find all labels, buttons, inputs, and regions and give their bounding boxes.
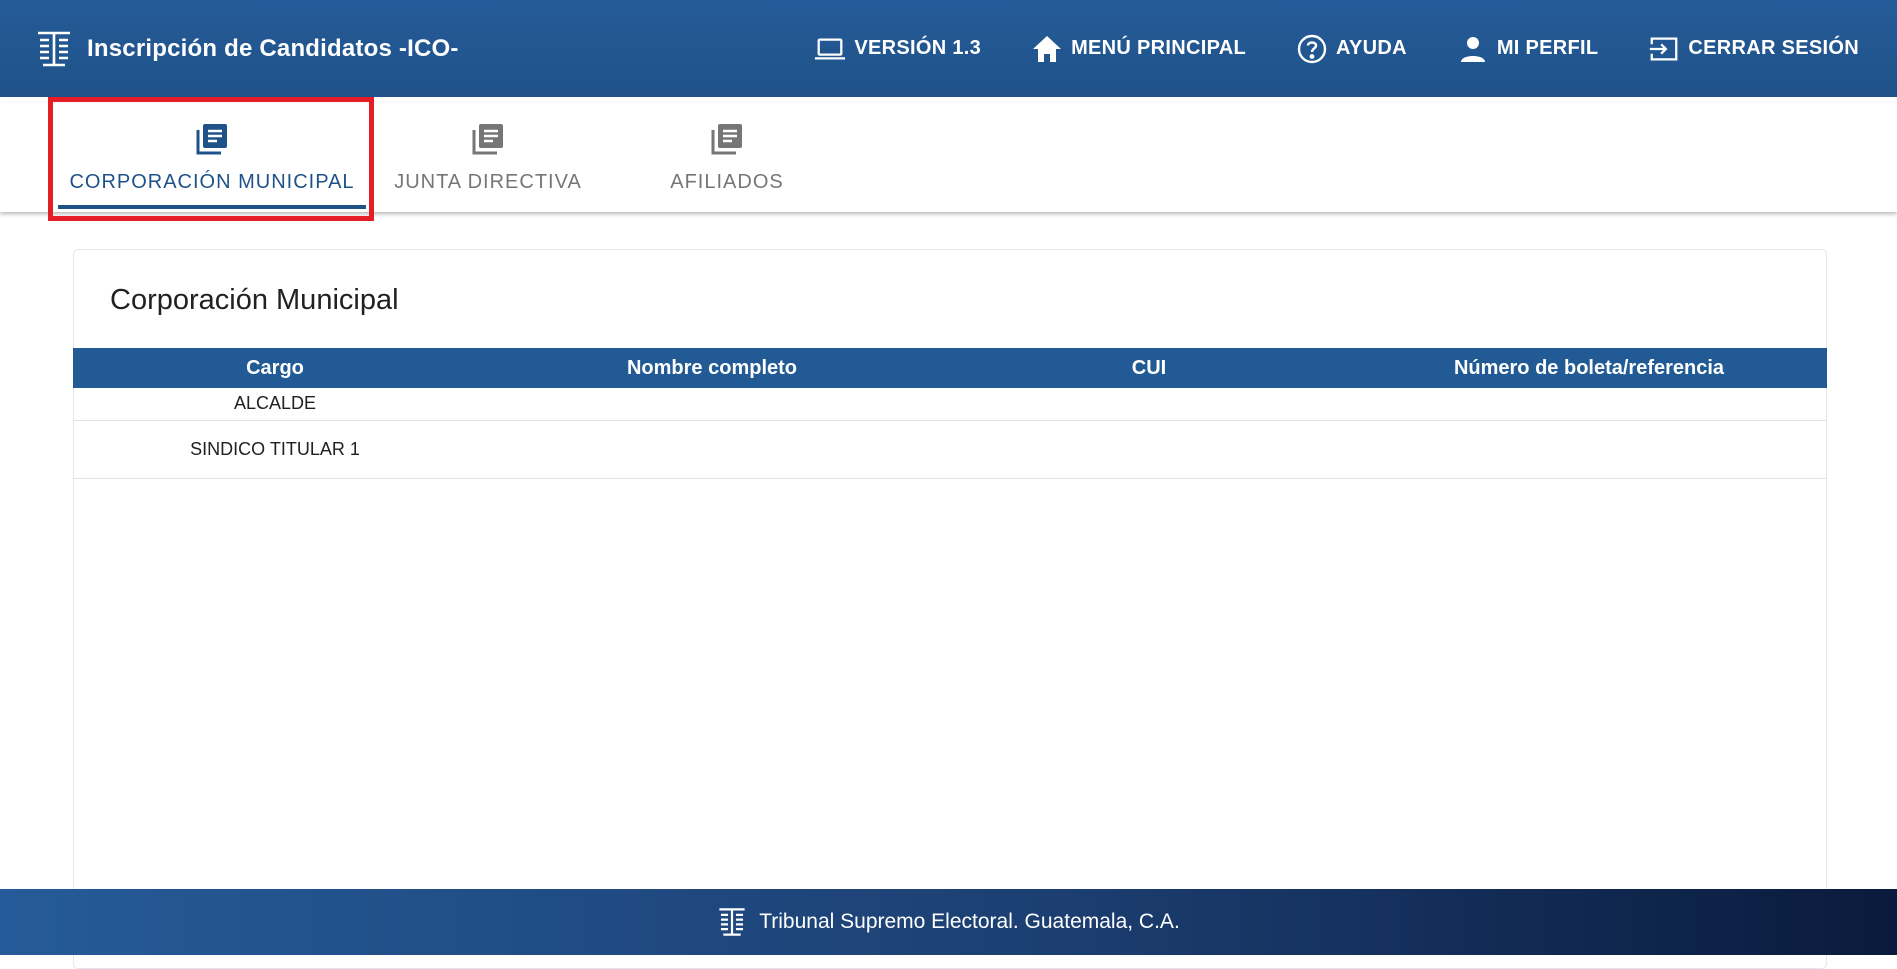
cell-cargo: ALCALDE [73, 388, 477, 421]
library-books-icon [194, 121, 230, 157]
nav-main-menu-label: MENÚ PRINCIPAL [1071, 37, 1247, 59]
candidates-table: Cargo Nombre completo CUI Número de bole… [73, 348, 1827, 479]
footer-text: Tribunal Supremo Electoral. Guatemala, C… [759, 910, 1180, 933]
column-header-cargo: Cargo [246, 356, 304, 379]
nav-main-menu[interactable]: MENÚ PRINCIPAL [1031, 33, 1246, 65]
content-card: Corporación Municipal Cargo Nombre compl… [73, 249, 1827, 969]
help-circle-icon [1296, 33, 1328, 65]
library-books-icon [470, 121, 506, 157]
tse-logo-icon [717, 906, 747, 938]
library-books-icon [709, 121, 745, 157]
nav-version[interactable]: VERSIÓN 1.3 [814, 33, 981, 65]
nav-profile-label: MI PERFIL [1496, 37, 1599, 59]
tab-junta-directiva[interactable]: JUNTA DIRECTIVA [378, 103, 598, 212]
app-title: Inscripción de Candidatos -ICO- [87, 34, 459, 62]
cell-nombre [477, 420, 947, 479]
cell-cui [947, 388, 1351, 421]
top-nav: VERSIÓN 1.3 MENÚ PRINCIPAL AYUDA MI PERF… [814, 0, 1859, 97]
column-header-nombre: Nombre completo [626, 356, 798, 379]
nav-logout-label: CERRAR SESIÓN [1688, 37, 1859, 59]
nav-help[interactable]: AYUDA [1296, 33, 1407, 65]
tse-logo-icon [35, 29, 73, 69]
tab-corporacion-municipal[interactable]: CORPORACIÓN MUNICIPAL [58, 103, 366, 212]
tab-bar: CORPORACIÓN MUNICIPAL JUNTA DIRECTIVA AF… [0, 103, 1897, 212]
tab-label: AFILIADOS [670, 171, 784, 193]
card-title: Corporación Municipal [110, 284, 399, 316]
laptop-icon [814, 33, 846, 65]
logout-icon [1648, 33, 1680, 65]
tab-afiliados[interactable]: AFILIADOS [622, 103, 832, 212]
cell-cargo: SINDICO TITULAR 1 [73, 420, 477, 479]
table-header-row: Cargo Nombre completo CUI Número de bole… [73, 348, 1827, 388]
footer: Tribunal Supremo Electoral. Guatemala, C… [0, 889, 1897, 955]
nav-version-label: VERSIÓN 1.3 [854, 37, 982, 59]
table-row[interactable]: SINDICO TITULAR 1 [73, 420, 1827, 479]
nav-help-label: AYUDA [1336, 37, 1407, 59]
table-row[interactable]: ALCALDE [73, 388, 1827, 421]
active-tab-indicator [58, 205, 366, 209]
nav-logout[interactable]: CERRAR SESIÓN [1648, 33, 1859, 65]
nav-profile[interactable]: MI PERFIL [1457, 33, 1599, 65]
cell-boleta [1351, 420, 1827, 479]
person-icon [1457, 33, 1489, 65]
app-bar: Inscripción de Candidatos -ICO- VERSIÓN … [0, 0, 1897, 97]
cell-boleta [1351, 388, 1827, 421]
column-header-boleta: Número de boleta/referencia [1453, 356, 1725, 379]
tab-label: JUNTA DIRECTIVA [394, 171, 582, 193]
cell-nombre [477, 388, 947, 421]
brand: Inscripción de Candidatos -ICO- [35, 29, 459, 69]
cell-cui [947, 420, 1351, 479]
column-header-cui: CUI [1131, 356, 1167, 379]
tab-label: CORPORACIÓN MUNICIPAL [69, 171, 355, 193]
home-icon [1031, 33, 1063, 65]
